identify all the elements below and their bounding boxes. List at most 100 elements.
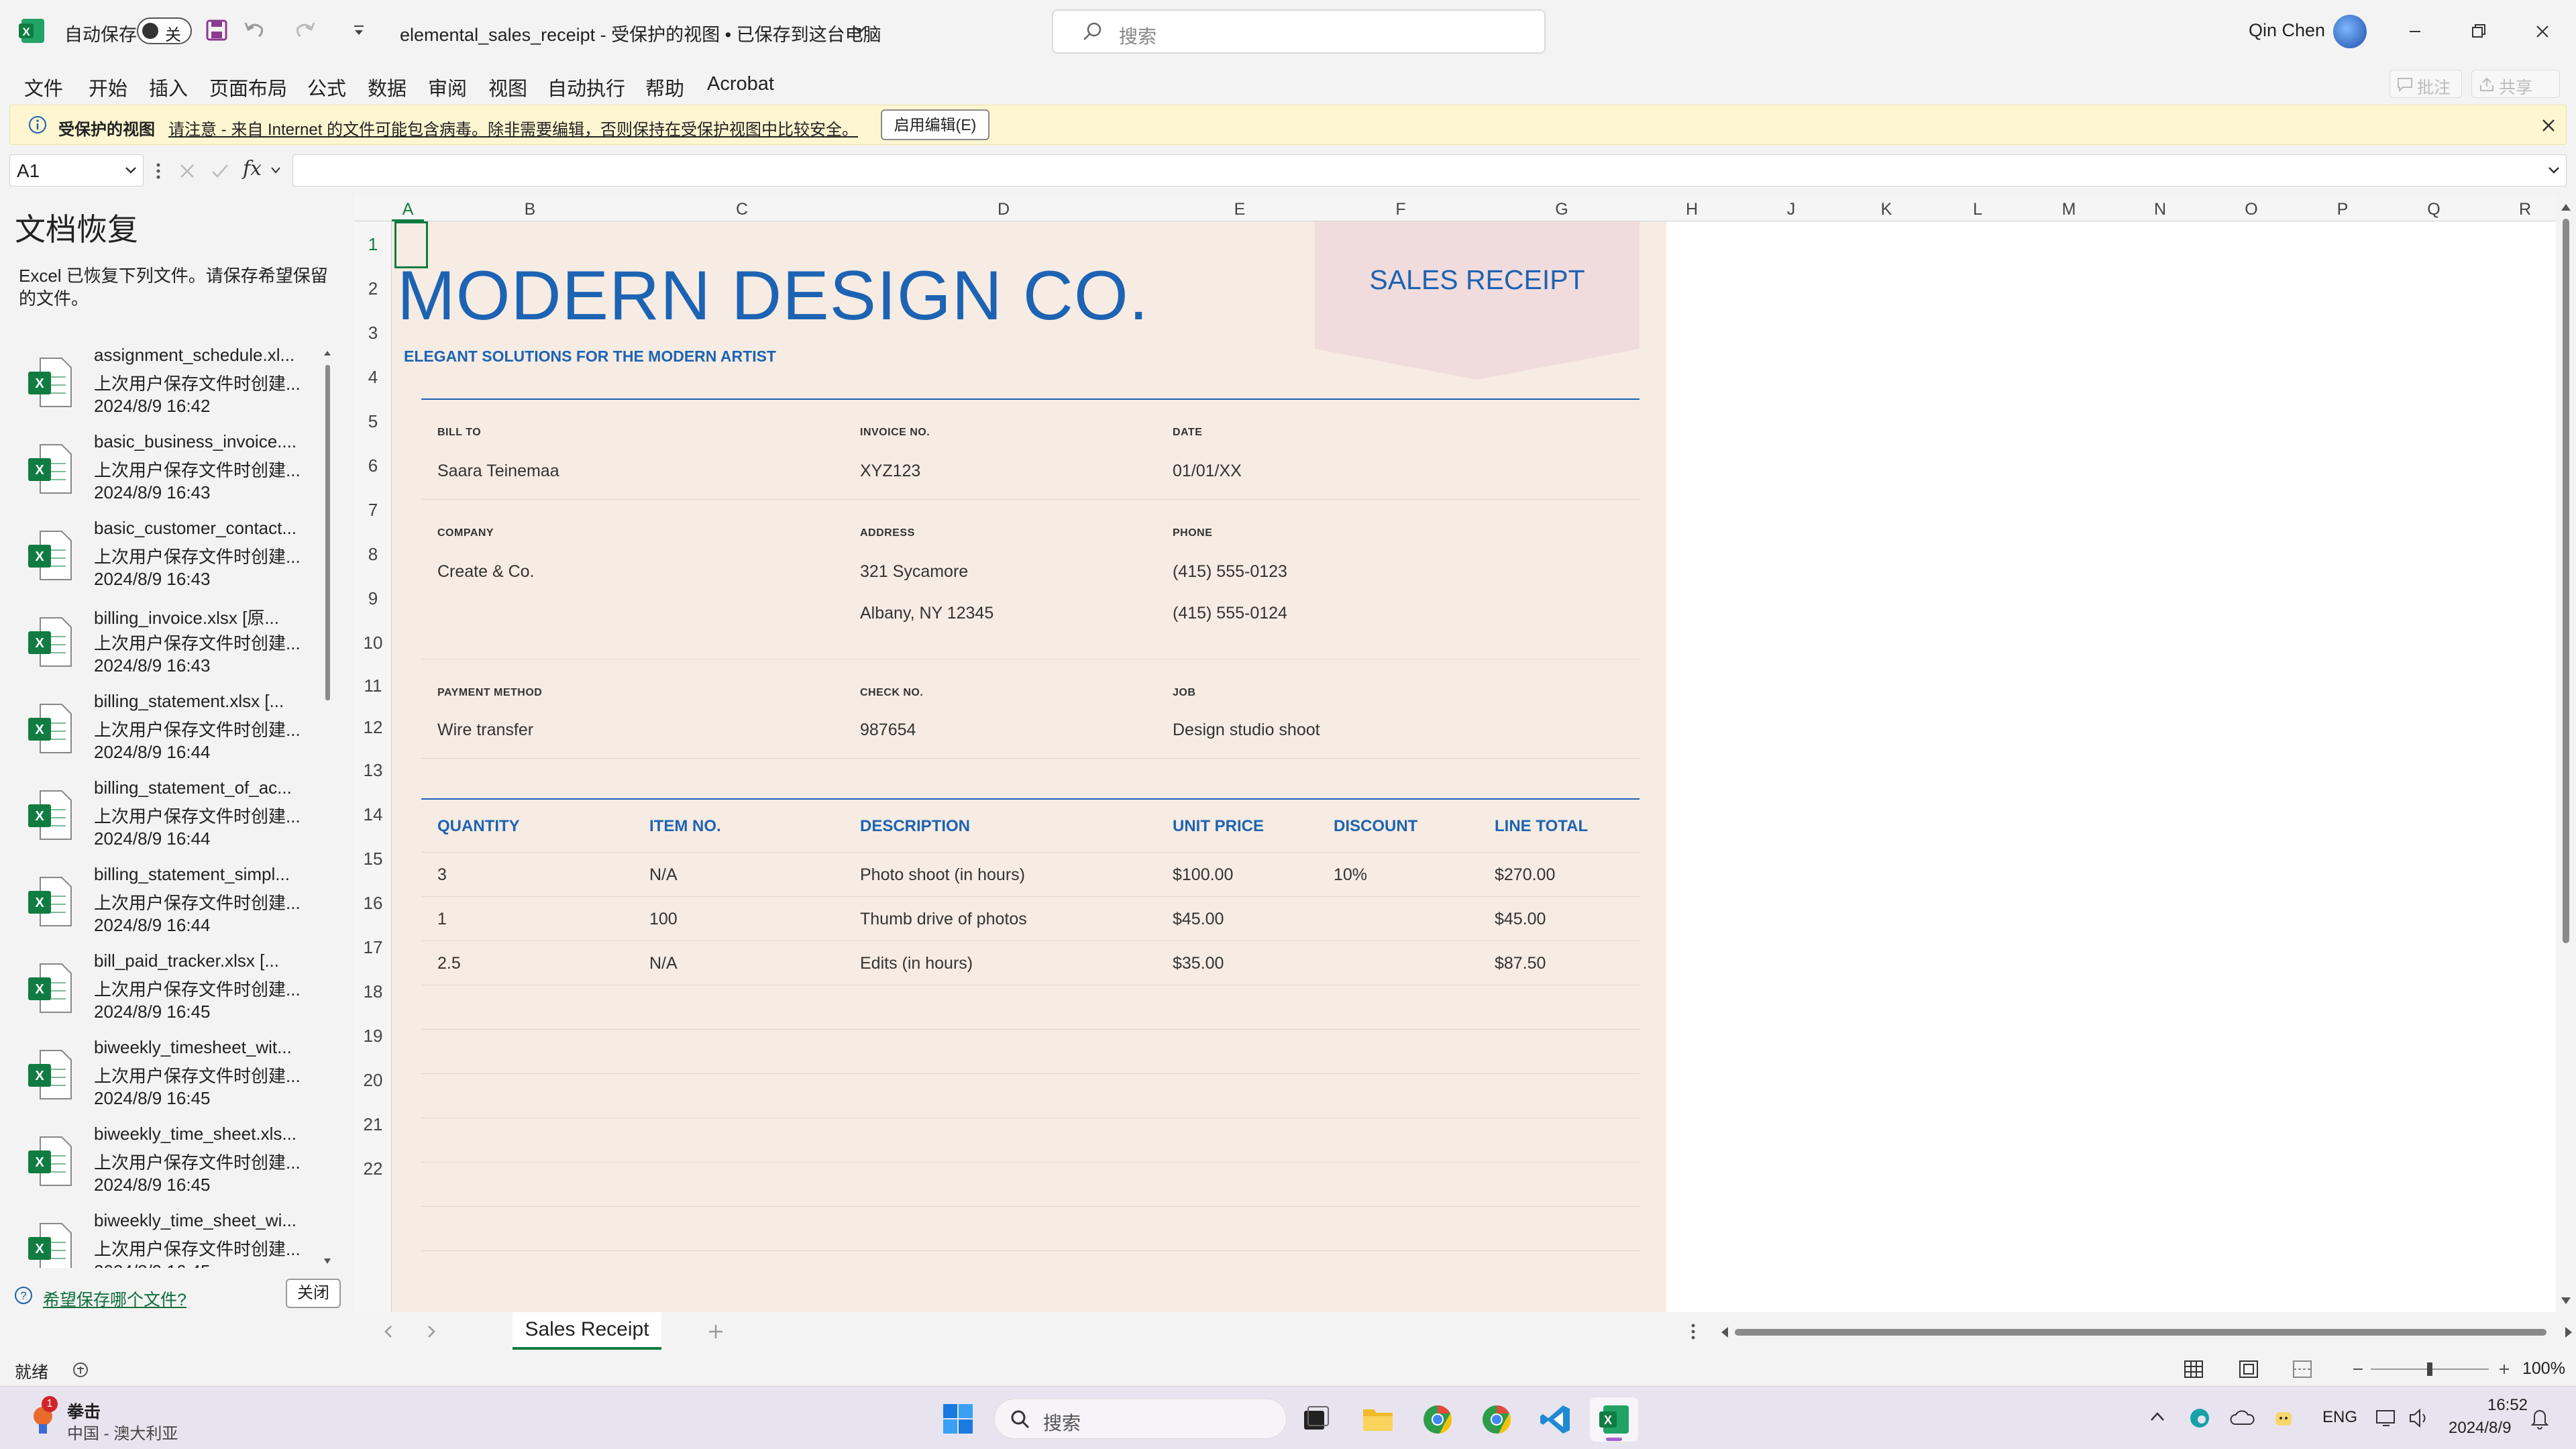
user-name[interactable]: Qin Chen [2249,20,2325,41]
column-header[interactable]: J [1741,200,1841,219]
chevron-up-icon[interactable] [2149,1411,2165,1423]
taskbar-search[interactable]: 搜索 [994,1399,1287,1439]
volume-icon[interactable] [2408,1408,2431,1428]
recovered-file-item[interactable]: Xbiweekly_timesheet_wit... 上次用户保存文件时创建...… [0,1034,326,1121]
comments-button[interactable]: 批注 [2390,70,2462,98]
more-options-icon[interactable] [1690,1323,1696,1340]
accessibility-icon[interactable] [71,1360,90,1379]
restore-icon[interactable] [2458,13,2498,50]
column-header[interactable]: N [2114,200,2206,219]
row-header[interactable]: 4 [354,367,392,388]
file-explorer-icon[interactable] [1362,1404,1394,1434]
column-header[interactable]: H [1642,200,1741,219]
row-header[interactable]: 15 [354,849,392,869]
weather-widget[interactable]: 1 拳击 中国 - 澳大利亚 [27,1396,201,1443]
minimize-icon[interactable] [2395,13,2435,50]
insert-function-icon[interactable]: fx [243,157,262,180]
row-header[interactable]: 19 [354,1026,392,1046]
recovery-scrollbar[interactable] [322,345,333,1271]
tab-home[interactable]: 开始 [89,73,127,101]
row-header[interactable]: 22 [354,1159,392,1179]
vertical-scrollbar[interactable] [2556,195,2576,1313]
more-options-icon[interactable] [156,162,161,180]
protected-view-message[interactable]: 请注意 - 来自 Internet 的文件可能包含病毒。除非需要编辑，否则保持在… [168,116,858,140]
column-header[interactable]: O [2206,200,2297,219]
recovered-file-item[interactable]: Xbilling_invoice.xlsx [原... 上次用户保存文件时创建..… [0,602,326,688]
clock-date[interactable]: 2024/8/9 [2449,1419,2511,1438]
redo-icon[interactable] [292,19,317,42]
recovered-file-item[interactable]: Xbiweekly_time_sheet_wi... 上次用户保存文件时创建...… [0,1208,326,1268]
tab-help[interactable]: 帮助 [645,73,684,101]
row-header[interactable]: 1 [354,234,392,255]
recovered-file-item[interactable]: Xbill_paid_tracker.xlsx [... 上次用户保存文件时创建.… [0,948,326,1034]
notification-bell-icon[interactable] [2529,1407,2551,1430]
avatar[interactable] [2333,15,2367,48]
chrome-icon[interactable] [1421,1403,1454,1436]
search-box[interactable]: 搜索 [1052,9,1546,54]
tab-data[interactable]: 数据 [368,73,407,101]
app-tray-icon[interactable] [2273,1407,2294,1428]
column-header[interactable]: Q [2388,200,2479,219]
row-header[interactable]: 21 [354,1114,392,1135]
start-button-icon[interactable] [942,1403,974,1435]
close-icon[interactable] [2522,13,2563,50]
zoom-level[interactable]: 100% [2522,1359,2565,1379]
recovered-file-item[interactable]: Xbasic_business_invoice.... 上次用户保存文件时创建..… [0,429,326,515]
column-header[interactable]: F [1320,200,1481,219]
recovered-file-item[interactable]: Xbiweekly_time_sheet.xls... 上次用户保存文件时创建..… [0,1121,326,1208]
column-header[interactable]: M [2023,200,2114,219]
row-header[interactable]: 11 [354,676,392,696]
chrome-icon[interactable] [1480,1403,1513,1436]
chevron-down-icon[interactable] [270,166,282,174]
row-header[interactable]: 12 [354,717,392,738]
chevron-right-icon[interactable] [425,1324,437,1339]
row-header[interactable]: 18 [354,981,392,1002]
row-header[interactable]: 10 [354,633,392,653]
add-sheet-icon[interactable] [706,1322,726,1342]
row-header[interactable]: 17 [354,937,392,958]
column-header[interactable]: K [1841,200,1932,219]
column-header[interactable]: P [2297,200,2388,219]
close-button[interactable]: 关闭 [286,1279,341,1308]
normal-view-icon[interactable] [2183,1359,2204,1379]
document-title[interactable]: elemental_sales_receipt - 受保护的视图 • 已保存到这… [400,20,881,46]
row-header[interactable]: 14 [354,804,392,825]
share-button[interactable]: 共享 [2471,70,2560,98]
vscode-icon[interactable] [1539,1403,1572,1436]
recovered-file-item[interactable]: Xbasic_customer_contact... 上次用户保存文件时创建...… [0,515,326,602]
column-header[interactable]: B [424,200,636,219]
tab-view[interactable]: 视图 [488,73,527,101]
tab-review[interactable]: 审阅 [428,73,467,101]
row-header[interactable]: 16 [354,893,392,914]
formula-input[interactable] [292,154,2567,186]
column-header[interactable]: D [848,200,1159,219]
tab-acrobat[interactable]: Acrobat [707,73,774,95]
excel-taskbar-icon[interactable]: X [1590,1397,1638,1442]
sheet-tab-sales-receipt[interactable]: Sales Receipt [513,1312,661,1350]
page-break-icon[interactable] [2292,1359,2313,1379]
name-box[interactable]: A1 [9,154,144,186]
horizontal-scrollbar[interactable] [1717,1323,2576,1342]
tab-automate[interactable]: 自动执行 [547,73,625,101]
row-header[interactable]: 5 [354,411,392,432]
recovered-file-item[interactable]: Xbilling_statement.xlsx [... 上次用户保存文件时创建.… [0,688,326,775]
column-header[interactable]: G [1481,200,1642,219]
tab-page-layout[interactable]: 页面布局 [209,73,287,101]
help-link[interactable]: 希望保存哪个文件? [43,1287,186,1311]
enter-icon[interactable] [211,162,229,180]
customize-qat-icon[interactable] [352,24,366,38]
chevron-down-icon[interactable] [853,25,867,35]
row-header[interactable]: 2 [354,278,392,299]
column-header[interactable]: E [1159,200,1320,219]
row-header[interactable]: 7 [354,500,392,521]
row-header[interactable]: 6 [354,455,392,476]
row-header[interactable]: 20 [354,1070,392,1091]
recovered-file-item[interactable]: Xassignment_schedule.xl... 上次用户保存文件时创建...… [0,342,326,429]
row-header[interactable]: 8 [354,544,392,565]
close-icon[interactable] [2539,116,2558,135]
input-language[interactable]: ENG [2322,1408,2357,1427]
recovered-file-item[interactable]: Xbilling_statement_of_ac... 上次用户保存文件时创建..… [0,775,326,861]
column-header[interactable]: C [636,200,848,219]
tab-file[interactable]: 文件 [24,73,63,101]
column-header[interactable]: R [2479,200,2556,219]
